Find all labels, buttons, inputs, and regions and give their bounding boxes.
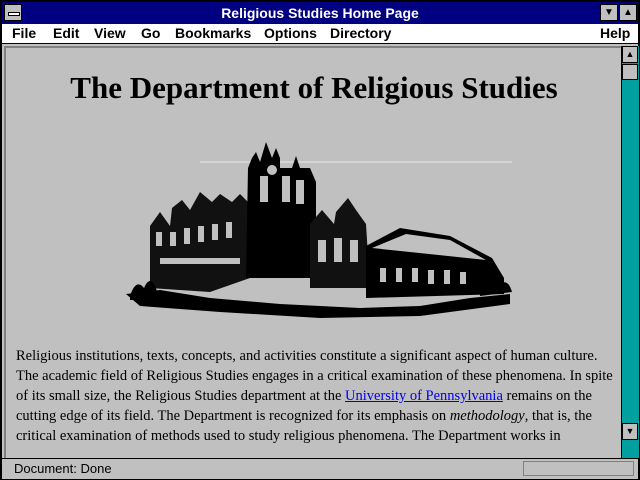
scroll-down-button[interactable]: ▼ [622,423,638,440]
menu-bookmarks[interactable]: Bookmarks [175,25,251,41]
intro-paragraph: Religious institutions, texts, concepts,… [16,346,616,446]
scroll-up-button[interactable]: ▲ [622,46,638,63]
minimize-icon: ▼ [604,7,614,18]
menu-view[interactable]: View [94,25,126,41]
status-text: Document: Done [14,461,112,476]
menu-go[interactable]: Go [141,25,160,41]
upenn-link[interactable]: University of Pennsylvania [345,388,503,404]
menu-directory[interactable]: Directory [330,25,391,41]
arrow-down-icon: ▼ [625,426,635,436]
menu-help[interactable]: Help [600,25,630,41]
maximize-button[interactable]: ▲ [619,4,637,21]
page-content[interactable]: The Department of Religious Studies Reli… [4,46,622,458]
menu-bar: File Edit View Go Bookmarks Options Dire… [2,24,638,44]
progress-indicator [523,461,634,476]
minimize-button[interactable]: ▼ [600,4,618,21]
browser-window: Religious Studies Home Page ▼ ▲ File Edi… [0,0,640,480]
vertical-scrollbar[interactable]: ▲ ▼ [621,46,639,458]
page-heading: The Department of Religious Studies [70,70,558,105]
menu-file[interactable]: File [12,25,36,41]
menu-options[interactable]: Options [264,25,317,41]
scroll-thumb[interactable] [622,64,638,80]
status-bar: Document: Done [2,458,638,479]
university-building-sketch-icon [126,142,512,318]
methodology-emphasis: methodology [449,408,525,424]
arrow-up-icon: ▲ [625,49,635,59]
title-bar[interactable]: Religious Studies Home Page ▼ ▲ [2,2,638,24]
menu-edit[interactable]: Edit [53,25,79,41]
maximize-icon: ▲ [623,7,633,18]
window-title: Religious Studies Home Page [221,5,419,21]
